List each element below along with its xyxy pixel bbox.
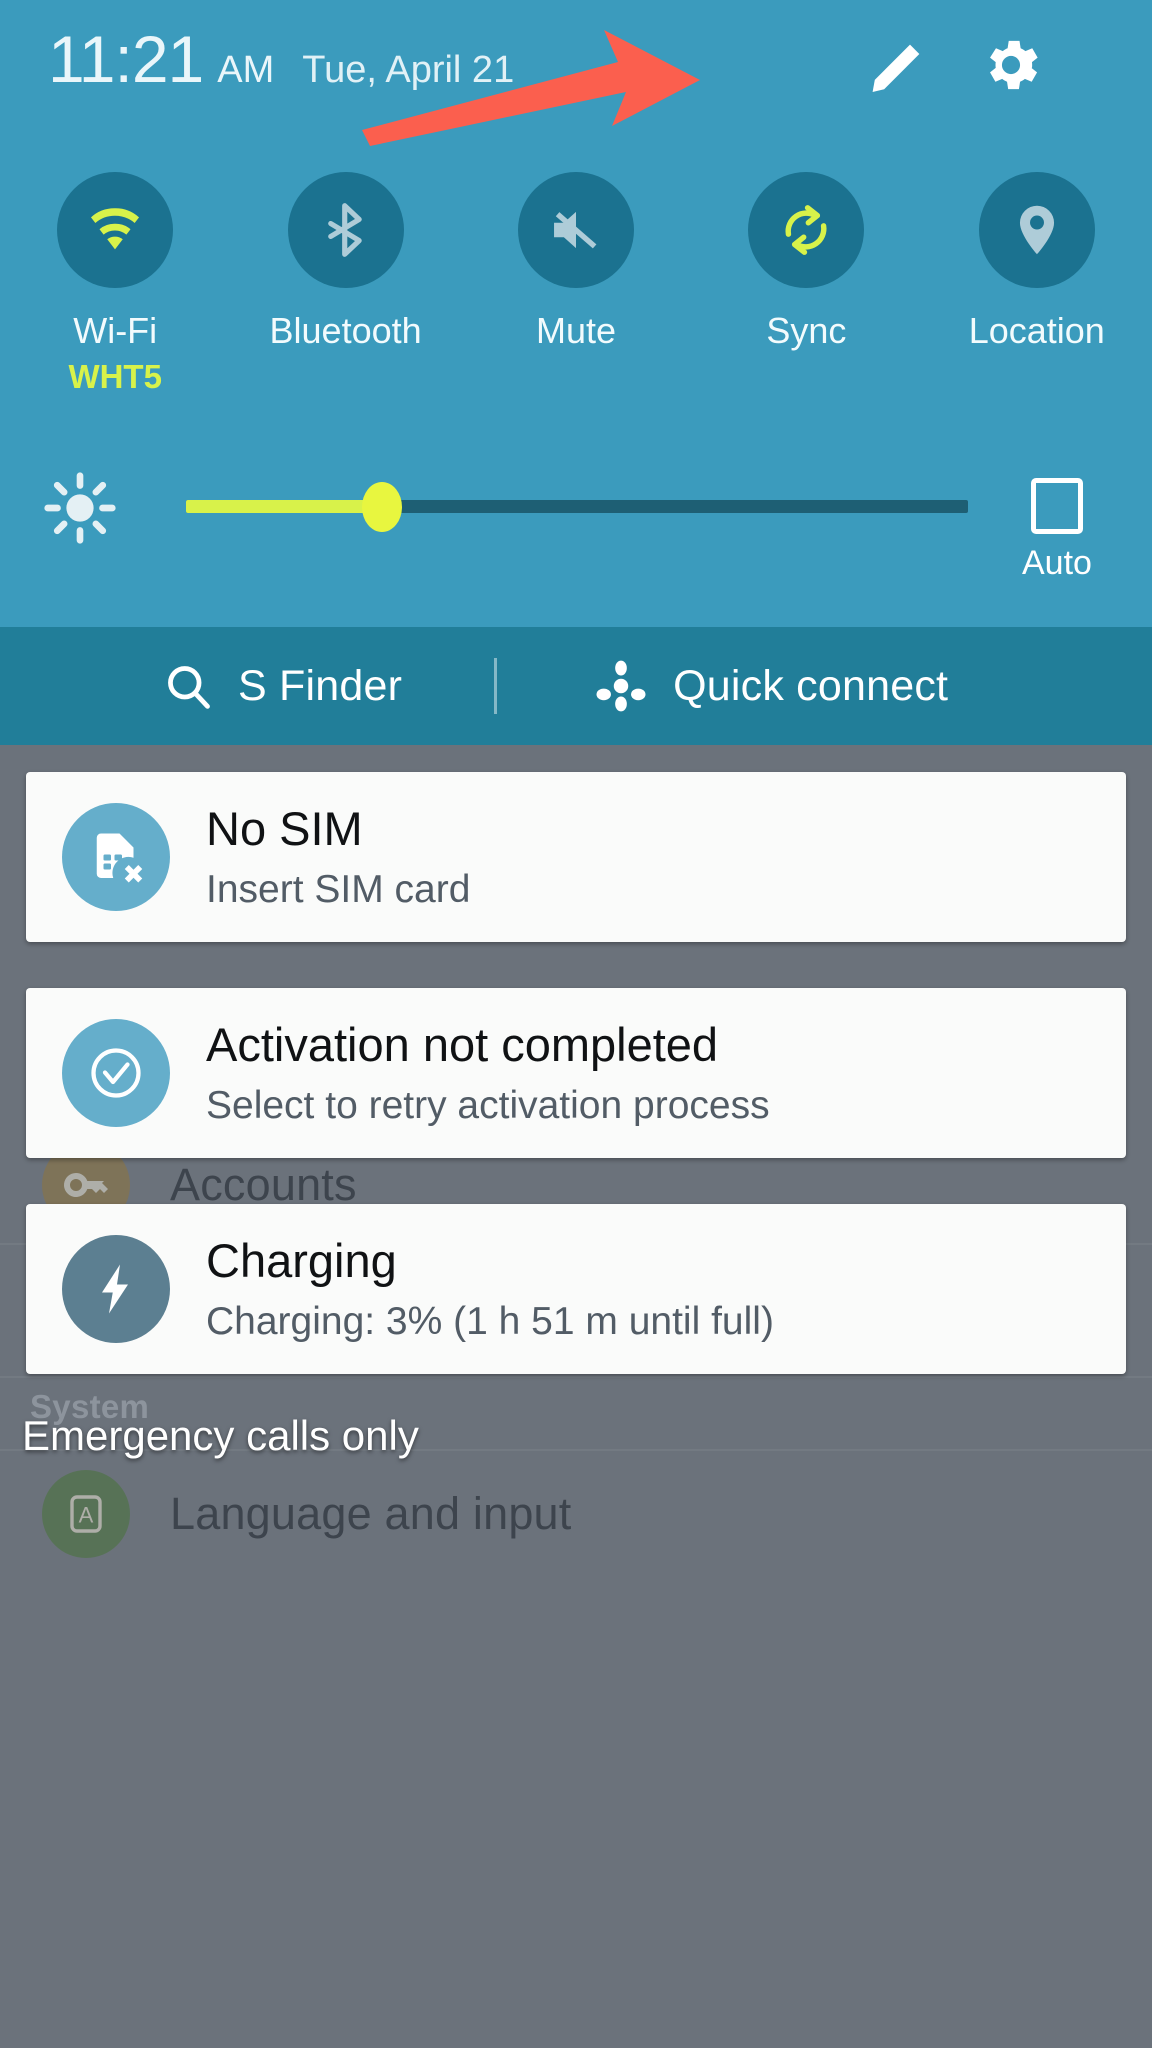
notification-title: Charging xyxy=(206,1233,397,1287)
location-pin-icon xyxy=(978,172,1095,288)
quick-settings-panel: 11:21 AM Tue, April 21 Wi-Fi WHT5 Blueto… xyxy=(0,0,1152,627)
wifi-icon xyxy=(57,172,174,288)
s-finder-button[interactable]: S Finder xyxy=(162,660,402,712)
shortcut-divider xyxy=(494,658,498,714)
notification-shade-screen: Accounts Backup and reset System A xyxy=(0,0,1152,2048)
check-circle-icon xyxy=(62,1019,170,1127)
quick-toggle-label: Wi-Fi xyxy=(73,310,158,351)
brightness-slider-thumb[interactable] xyxy=(361,482,402,532)
quick-toggle-label: Sync xyxy=(766,310,847,351)
clock-ampm: AM xyxy=(217,49,275,91)
notification-subtitle: Insert SIM card xyxy=(206,868,471,912)
auto-brightness-label: Auto xyxy=(1022,544,1092,582)
bluetooth-icon xyxy=(287,172,404,288)
quick-toggle-wifi[interactable]: Wi-Fi WHT5 xyxy=(0,172,230,396)
brightness-sun-icon xyxy=(42,470,118,546)
emergency-calls-label: Emergency calls only xyxy=(22,1412,419,1459)
brightness-slider-fill xyxy=(186,500,382,513)
status-clock: 11:21 AM Tue, April 21 xyxy=(48,26,514,92)
quick-toggle-sync[interactable]: Sync xyxy=(691,172,921,396)
brightness-slider[interactable] xyxy=(186,482,968,532)
quick-connect-hub-icon xyxy=(596,660,646,712)
shortcut-bar: S Finder Quick connect xyxy=(0,627,1152,745)
quick-toggle-label: Bluetooth xyxy=(269,310,422,351)
quick-toggle-label: Location xyxy=(968,310,1105,351)
notification-activation-not-completed[interactable]: Activation not completed Select to retry… xyxy=(26,988,1126,1158)
s-finder-label: S Finder xyxy=(238,661,403,710)
settings-row-label: Language and input xyxy=(170,1488,572,1539)
settings-row-language-and-input[interactable]: A Language and input xyxy=(0,1449,1152,1579)
sync-icon xyxy=(748,172,865,288)
quick-connect-label: Quick connect xyxy=(673,661,949,710)
sim-card-error-icon xyxy=(62,803,170,911)
brightness-row: Auto xyxy=(0,468,1152,582)
charging-bolt-icon xyxy=(62,1235,170,1343)
auto-brightness-toggle[interactable]: Auto xyxy=(1022,478,1092,583)
settings-divider xyxy=(0,1376,1152,1378)
notification-subtitle: Charging: 3% (1 h 51 m until full) xyxy=(206,1300,774,1344)
clock-time: 11:21 xyxy=(48,22,204,96)
quick-toggle-bluetooth[interactable]: Bluetooth xyxy=(230,172,460,396)
notification-no-sim[interactable]: No SIM Insert SIM card xyxy=(26,772,1126,942)
notification-text: Charging Charging: 3% (1 h 51 m until fu… xyxy=(206,1232,774,1346)
mute-icon xyxy=(517,172,634,288)
notification-subtitle: Select to retry activation process xyxy=(206,1084,770,1128)
auto-brightness-checkbox[interactable] xyxy=(1030,478,1083,534)
pencil-icon[interactable] xyxy=(856,22,942,108)
search-icon xyxy=(168,666,210,709)
quick-toggle-label: Mute xyxy=(535,310,616,351)
gear-icon[interactable] xyxy=(968,22,1054,108)
notification-text: Activation not completed Select to retry… xyxy=(206,1016,770,1130)
notification-title: No SIM xyxy=(206,801,363,855)
clock-date: Tue, April 21 xyxy=(302,49,515,91)
quick-toggle-location[interactable]: Location xyxy=(922,172,1152,396)
quick-toggle-mute[interactable]: Mute xyxy=(461,172,691,396)
svg-text:A: A xyxy=(79,1502,94,1527)
quick-toggle-row: Wi-Fi WHT5 Bluetooth Mute Sync Location xyxy=(0,172,1152,396)
letter-a-icon: A xyxy=(42,1470,130,1558)
quick-connect-button[interactable]: Quick connect xyxy=(593,658,948,714)
notification-text: No SIM Insert SIM card xyxy=(206,800,470,914)
notification-charging[interactable]: Charging Charging: 3% (1 h 51 m until fu… xyxy=(26,1204,1126,1374)
notification-title: Activation not completed xyxy=(206,1017,719,1071)
wifi-ssid-label: WHT5 xyxy=(68,358,162,395)
